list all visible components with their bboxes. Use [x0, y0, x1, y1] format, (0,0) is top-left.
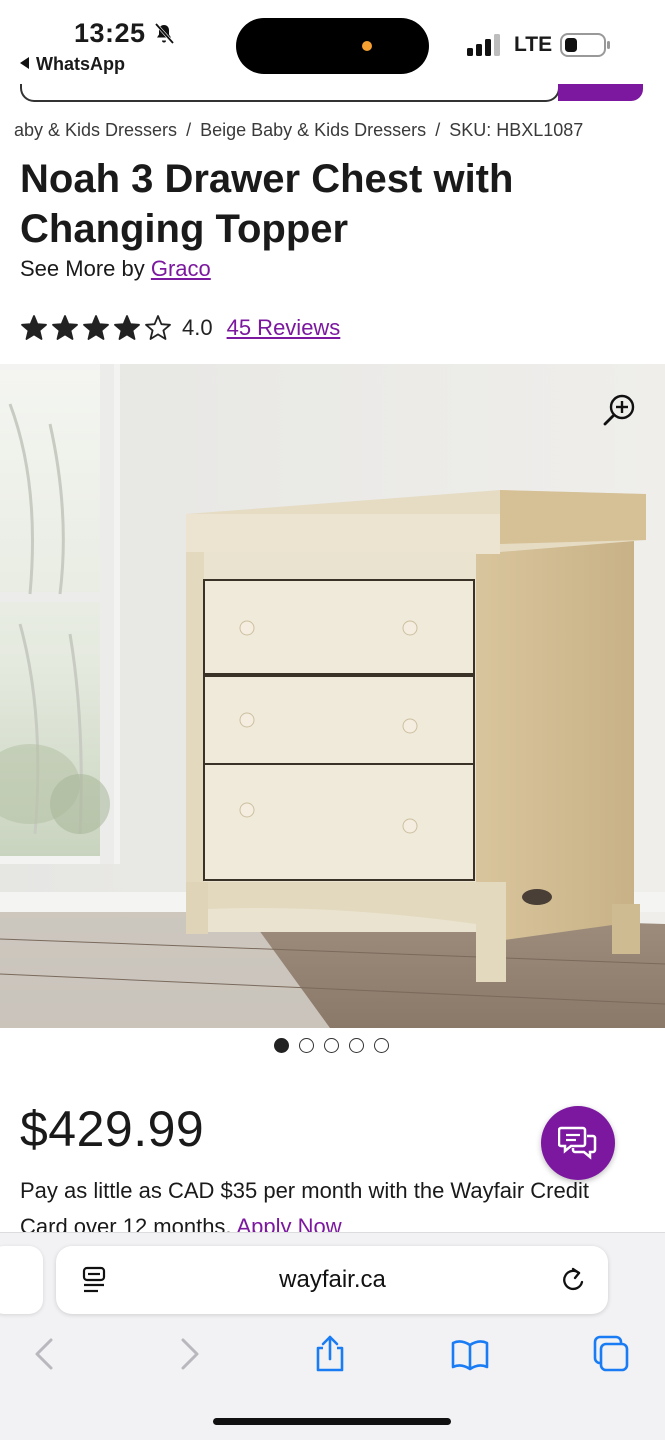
breadcrumb-separator: /	[435, 120, 441, 140]
breadcrumb: aby & Kids Dressers / Beige Baby & Kids Dr…	[14, 120, 664, 141]
chat-button[interactable]	[541, 1106, 615, 1180]
see-more-by: See More by Graco	[20, 256, 211, 282]
share-icon[interactable]	[310, 1334, 350, 1374]
search-input[interactable]	[20, 84, 560, 102]
carousel-dot[interactable]	[349, 1038, 364, 1053]
star-filled-icon	[52, 315, 78, 340]
product-price: $429.99	[20, 1101, 205, 1157]
search-button[interactable]	[558, 84, 643, 101]
star-filled-icon	[114, 315, 140, 340]
carousel-dot[interactable]	[274, 1038, 289, 1053]
product-title: Noah 3 Drawer Chest with Changing Topper	[20, 157, 514, 251]
chat-icon	[558, 1126, 597, 1160]
star-empty-icon	[145, 315, 171, 340]
breadcrumb-separator: /	[186, 120, 192, 140]
product-image[interactable]	[0, 364, 665, 1028]
see-more-prefix: See More by	[20, 256, 145, 281]
forward-icon[interactable]	[169, 1334, 209, 1374]
reload-icon[interactable]	[561, 1266, 587, 1294]
rating-value: 4.0	[182, 315, 213, 340]
star-rating	[20, 314, 172, 342]
reviews-link[interactable]: 45 Reviews	[227, 315, 341, 341]
carousel-dot[interactable]	[299, 1038, 314, 1053]
back-to-app-link[interactable]: WhatsApp	[20, 54, 125, 75]
network-type: LTE	[514, 33, 553, 56]
tabs-icon[interactable]	[591, 1334, 631, 1374]
brand-link[interactable]: Graco	[151, 256, 211, 281]
bookmarks-icon[interactable]	[450, 1334, 490, 1374]
breadcrumb-item[interactable]: Beige Baby & Kids Dressers	[200, 120, 426, 140]
bell-slash-icon	[154, 22, 175, 45]
star-filled-icon	[21, 315, 47, 340]
privacy-indicator-dot	[362, 41, 372, 51]
status-time: 13:25	[74, 18, 146, 48]
carousel-dot[interactable]	[374, 1038, 389, 1053]
reader-icon[interactable]	[82, 1266, 108, 1294]
back-app-label: WhatsApp	[36, 54, 125, 74]
back-icon[interactable]	[25, 1334, 65, 1374]
dresser-illustration	[0, 364, 665, 1028]
breadcrumb-item[interactable]: aby & Kids Dressers	[14, 120, 177, 140]
home-indicator[interactable]	[213, 1418, 451, 1425]
url-text[interactable]: wayfair.ca	[200, 1266, 465, 1294]
star-filled-icon	[83, 315, 109, 340]
carousel-dot[interactable]	[324, 1038, 339, 1053]
rating-row: 4.0 45 Reviews	[20, 312, 340, 344]
dynamic-island	[236, 18, 429, 74]
carousel-dots	[274, 1038, 389, 1053]
zoom-in-icon[interactable]	[602, 392, 638, 428]
status-bar: 13:25 WhatsApp LTE	[0, 0, 665, 90]
back-triangle-icon	[20, 57, 29, 69]
signal-icon	[467, 34, 500, 56]
previous-tab-card[interactable]	[0, 1246, 43, 1314]
battery-icon	[560, 33, 610, 57]
breadcrumb-sku: SKU: HBXL1087	[449, 120, 584, 140]
